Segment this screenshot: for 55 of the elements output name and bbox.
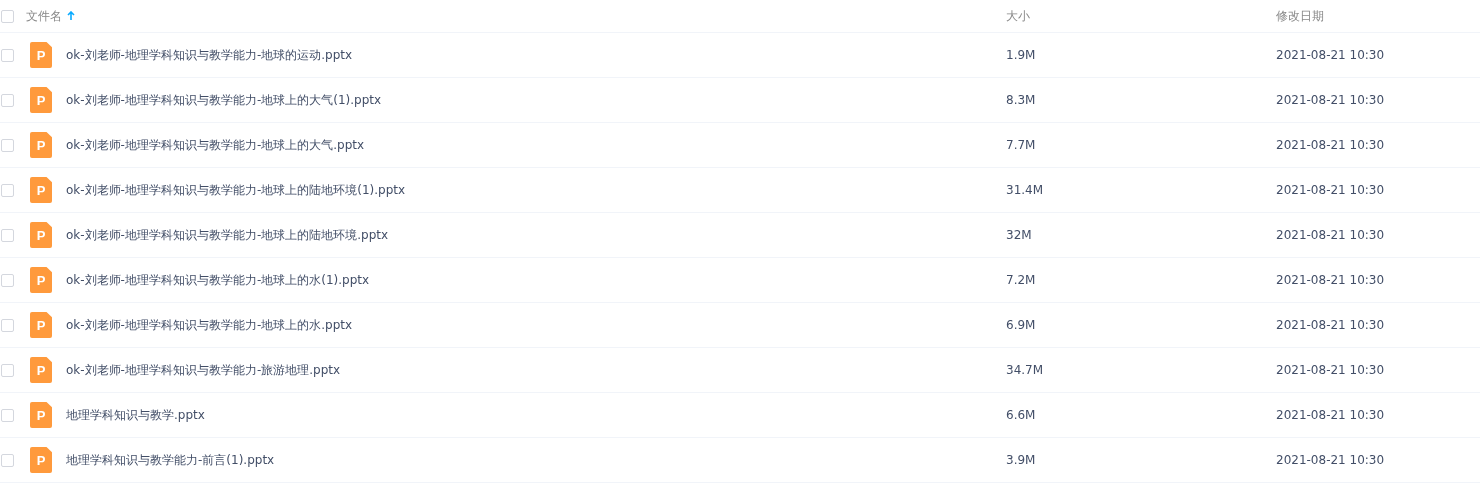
presentation-file-icon: P bbox=[30, 87, 52, 113]
file-name[interactable]: ok-刘老师-地理学科知识与教学能力-地球上的大气(1).pptx bbox=[66, 91, 1006, 109]
checkbox[interactable] bbox=[1, 408, 14, 422]
file-name[interactable]: ok-刘老师-地理学科知识与教学能力-地球上的大气.pptx bbox=[66, 136, 1006, 154]
checkbox[interactable] bbox=[1, 9, 14, 23]
modified-date: 2021-08-21 10:30 bbox=[1276, 228, 1386, 242]
file-size: 6.6M bbox=[1006, 408, 1037, 422]
file-name[interactable]: 地理学科知识与教学能力-前言(1).pptx bbox=[66, 451, 1006, 469]
file-size: 3.9M bbox=[1006, 453, 1037, 467]
modified-date: 2021-08-21 10:30 bbox=[1276, 183, 1386, 197]
checkbox[interactable] bbox=[1, 48, 14, 62]
column-header[interactable]: 大小 bbox=[1006, 7, 1030, 25]
file-size: 6.9M bbox=[1006, 318, 1037, 332]
file-size: 31.4M bbox=[1006, 183, 1045, 197]
checkbox[interactable] bbox=[1, 318, 14, 332]
checkbox[interactable] bbox=[1, 453, 14, 467]
presentation-file-icon: P bbox=[30, 402, 52, 428]
modified-date: 2021-08-21 10:30 bbox=[1276, 138, 1386, 152]
file-name[interactable]: 地理学科知识与教学.pptx bbox=[66, 406, 1006, 424]
file-name[interactable]: ok-刘老师-地理学科知识与教学能力-地球的运动.pptx bbox=[66, 46, 1006, 64]
presentation-file-icon: P bbox=[30, 357, 52, 383]
presentation-file-icon: P bbox=[30, 447, 52, 473]
checkbox[interactable] bbox=[1, 93, 14, 107]
file-name[interactable]: ok-刘老师-地理学科知识与教学能力-地球上的陆地环境(1).pptx bbox=[66, 181, 1006, 199]
modified-date: 2021-08-21 10:30 bbox=[1276, 273, 1386, 287]
modified-date: 2021-08-21 10:30 bbox=[1276, 363, 1386, 377]
presentation-file-icon: P bbox=[30, 267, 52, 293]
presentation-file-icon: P bbox=[30, 312, 52, 338]
file-size: 7.2M bbox=[1006, 273, 1037, 287]
file-name[interactable]: ok-刘老师-地理学科知识与教学能力-地球上的陆地环境.pptx bbox=[66, 226, 1006, 244]
modified-date: 2021-08-21 10:30 bbox=[1276, 453, 1386, 467]
file-size: 32M bbox=[1006, 228, 1033, 242]
file-name[interactable]: ok-刘老师-地理学科知识与教学能力-旅游地理.pptx bbox=[66, 361, 1006, 379]
checkbox[interactable] bbox=[1, 273, 14, 287]
column-header[interactable]: 文件名 bbox=[26, 7, 62, 25]
modified-date: 2021-08-21 10:30 bbox=[1276, 93, 1386, 107]
checkbox[interactable] bbox=[1, 138, 14, 152]
checkbox[interactable] bbox=[1, 228, 14, 242]
presentation-file-icon: P bbox=[30, 222, 52, 248]
file-size: 7.7M bbox=[1006, 138, 1037, 152]
sort-arrow-icon[interactable] bbox=[67, 11, 75, 21]
presentation-file-icon: P bbox=[30, 42, 52, 68]
checkbox[interactable] bbox=[1, 363, 14, 377]
file-size: 34.7M bbox=[1006, 363, 1045, 377]
column-header[interactable]: 修改日期 bbox=[1276, 7, 1324, 25]
presentation-file-icon: P bbox=[30, 177, 52, 203]
file-name[interactable]: ok-刘老师-地理学科知识与教学能力-地球上的水.pptx bbox=[66, 316, 1006, 334]
modified-date: 2021-08-21 10:30 bbox=[1276, 48, 1386, 62]
presentation-file-icon: P bbox=[30, 132, 52, 158]
modified-date: 2021-08-21 10:30 bbox=[1276, 318, 1386, 332]
file-size: 8.3M bbox=[1006, 93, 1037, 107]
file-name[interactable]: ok-刘老师-地理学科知识与教学能力-地球上的水(1).pptx bbox=[66, 271, 1006, 289]
modified-date: 2021-08-21 10:30 bbox=[1276, 408, 1386, 422]
file-size: 1.9M bbox=[1006, 48, 1037, 62]
checkbox[interactable] bbox=[1, 183, 14, 197]
